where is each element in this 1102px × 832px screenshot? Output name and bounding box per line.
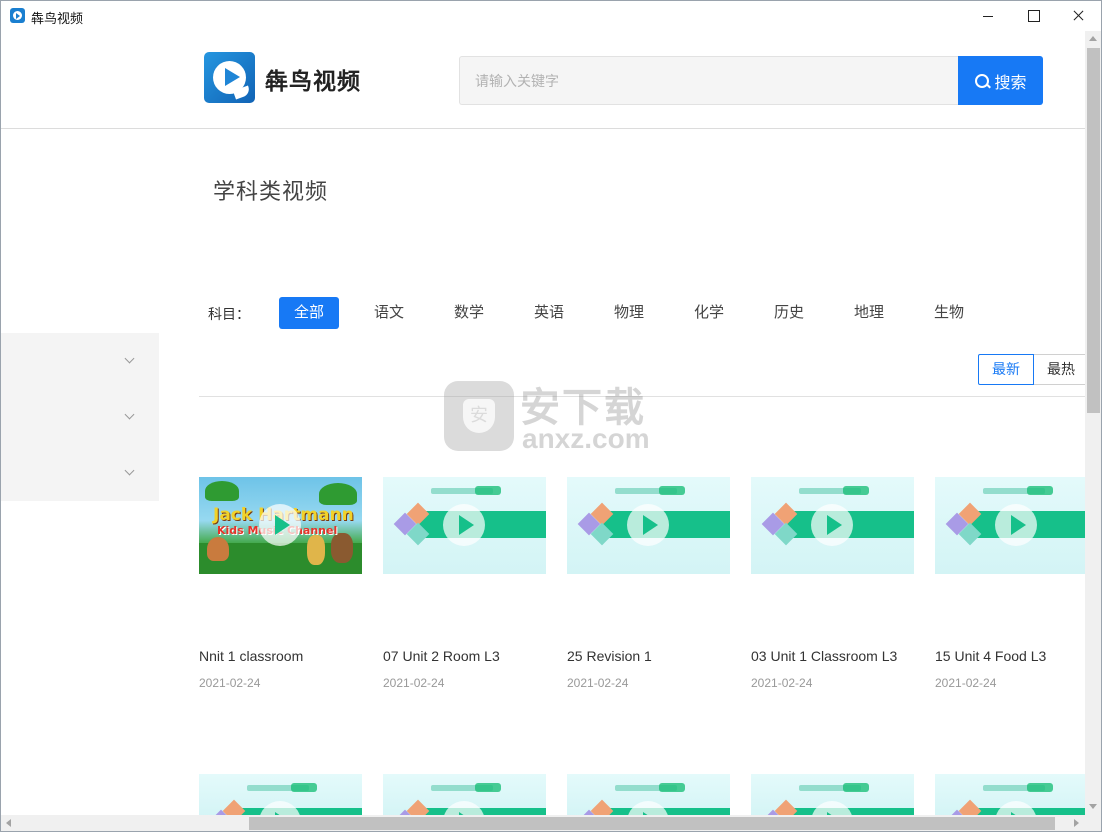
shield-icon — [444, 381, 514, 451]
page-title: 学科类视频 — [213, 179, 329, 204]
title-bar: 犇鸟视频 — [1, 1, 1101, 31]
vertical-scrollbar[interactable] — [1085, 31, 1101, 815]
brand-logo-icon[interactable] — [204, 52, 255, 103]
video-card[interactable]: 03 Unit 1 Classroom L3 2021-02-24 — [751, 477, 914, 690]
search-input[interactable] — [460, 57, 959, 104]
subject-tab-chemistry[interactable]: 化学 — [679, 297, 739, 329]
video-title[interactable]: 15 Unit 4 Food L3 — [935, 648, 1085, 664]
sidebar — [1, 333, 159, 501]
video-date: 2021-02-24 — [567, 676, 629, 690]
video-card[interactable]: Jack Hartmann Kids Music Channel Nnit 1 … — [199, 477, 362, 690]
subject-tab-history[interactable]: 历史 — [759, 297, 819, 329]
watermark: 安下载 anxz.com — [444, 375, 659, 455]
close-icon[interactable] — [1055, 1, 1101, 31]
scroll-right-icon[interactable] — [1074, 819, 1079, 827]
video-card[interactable] — [751, 774, 914, 819]
play-icon[interactable] — [259, 504, 301, 546]
subject-tab-physics[interactable]: 物理 — [599, 297, 659, 329]
video-card[interactable]: 07 Unit 2 Room L3 2021-02-24 — [383, 477, 546, 690]
play-icon[interactable] — [995, 504, 1037, 546]
video-card[interactable] — [383, 774, 546, 819]
scroll-left-icon[interactable] — [6, 819, 11, 827]
video-thumbnail[interactable] — [935, 774, 1085, 819]
chevron-down-icon — [124, 409, 135, 420]
video-date: 2021-02-24 — [383, 676, 445, 690]
app-logo-icon — [10, 8, 25, 23]
video-card[interactable]: 15 Unit 4 Food L3 2021-02-24 — [935, 477, 1085, 690]
chevron-down-icon — [124, 353, 135, 364]
video-thumbnail[interactable] — [567, 774, 730, 819]
play-icon[interactable] — [627, 504, 669, 546]
sort-latest-button[interactable]: 最新 — [978, 354, 1034, 385]
video-title[interactable]: 07 Unit 2 Room L3 — [383, 648, 546, 664]
search-button-label: 搜索 — [994, 74, 1027, 92]
play-icon[interactable] — [443, 504, 485, 546]
video-date: 2021-02-24 — [935, 676, 997, 690]
video-card[interactable] — [567, 774, 730, 819]
scroll-up-icon[interactable] — [1089, 36, 1097, 41]
video-card[interactable] — [199, 774, 362, 819]
video-thumbnail[interactable] — [383, 477, 546, 574]
horizontal-scroll-thumb[interactable] — [249, 817, 1055, 830]
video-date: 2021-02-24 — [199, 676, 261, 690]
sidebar-item-3[interactable] — [1, 445, 159, 501]
video-thumbnail[interactable]: Jack Hartmann Kids Music Channel — [199, 477, 362, 574]
sort-hottest-button[interactable]: 最热 — [1034, 354, 1089, 385]
subject-tab-biology[interactable]: 生物 — [919, 297, 979, 329]
play-icon[interactable] — [811, 504, 853, 546]
subject-tab-english[interactable]: 英语 — [519, 297, 579, 329]
sort-toggle: 最新 最热 — [978, 354, 1089, 385]
chevron-down-icon — [124, 465, 135, 476]
video-thumbnail[interactable] — [751, 774, 914, 819]
app-window: 犇鸟视频 犇鸟视频 搜索 学科类视频 科目： 全部 语文 数学 英语 物理 化学… — [0, 0, 1102, 832]
video-thumbnail[interactable] — [383, 774, 546, 819]
search-box — [459, 56, 959, 105]
watermark-sub: anxz.com — [522, 423, 650, 454]
vertical-scroll-thumb[interactable] — [1087, 48, 1100, 413]
subject-tab-geography[interactable]: 地理 — [839, 297, 899, 329]
subject-tab-chinese[interactable]: 语文 — [359, 297, 419, 329]
video-title[interactable]: 03 Unit 1 Classroom L3 — [751, 648, 914, 664]
subject-filter-label: 科目： — [208, 306, 250, 322]
search-button[interactable]: 搜索 — [958, 56, 1043, 105]
scroll-down-icon[interactable] — [1089, 804, 1097, 809]
video-title[interactable]: 25 Revision 1 — [567, 648, 730, 664]
sidebar-item-1[interactable] — [1, 333, 159, 389]
video-date: 2021-02-24 — [751, 676, 813, 690]
video-card[interactable] — [935, 774, 1085, 819]
maximize-icon[interactable] — [1010, 1, 1056, 31]
search-icon — [974, 71, 990, 91]
subject-tab-all[interactable]: 全部 — [279, 297, 339, 329]
subject-tab-math[interactable]: 数学 — [439, 297, 499, 329]
sidebar-item-2[interactable] — [1, 389, 159, 445]
horizontal-scrollbar[interactable] — [1, 815, 1085, 831]
scrollbar-corner — [1085, 815, 1101, 831]
video-title[interactable]: Nnit 1 classroom — [199, 648, 362, 664]
brand-name[interactable]: 犇鸟视频 — [265, 62, 361, 96]
video-card[interactable]: 25 Revision 1 2021-02-24 — [567, 477, 730, 690]
minimize-icon[interactable] — [965, 1, 1011, 31]
window-title: 犇鸟视频 — [31, 11, 84, 26]
video-thumbnail[interactable] — [935, 477, 1085, 574]
video-thumbnail[interactable] — [199, 774, 362, 819]
video-thumbnail[interactable] — [751, 477, 914, 574]
site-header: 犇鸟视频 搜索 — [1, 31, 1085, 129]
video-thumbnail[interactable] — [567, 477, 730, 574]
